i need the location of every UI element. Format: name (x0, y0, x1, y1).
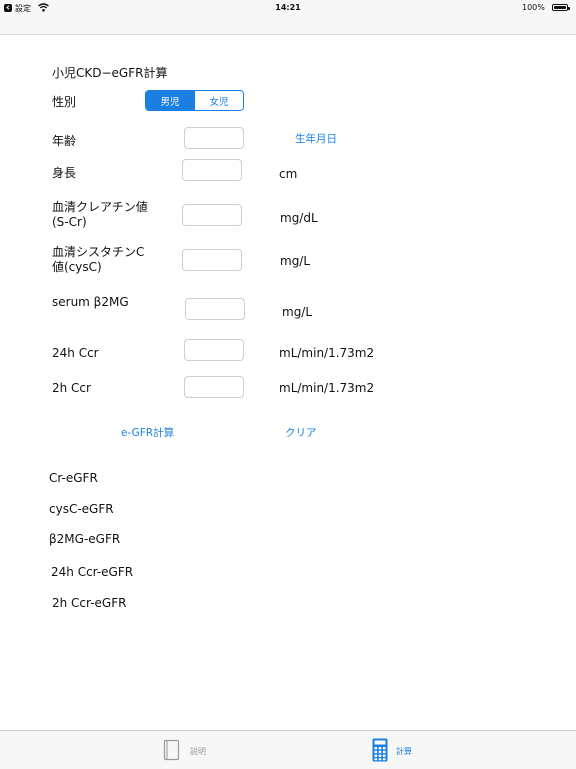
sex-segmented-control[interactable]: 男児 女児 (145, 90, 244, 111)
tab-explanation[interactable]: 説明 (150, 731, 270, 769)
result-b2mg-egfr: β2MG-eGFR (49, 532, 121, 546)
cysc-label-line2: 値(cysC) (52, 260, 102, 274)
calculate-egfr-button[interactable]: e-GFR計算 (121, 425, 174, 440)
b2mg-unit: mg/L (282, 305, 313, 319)
height-label: 身長 (52, 166, 77, 180)
page-title: 小児CKD−eGFR計算 (52, 66, 168, 80)
status-bar: 設定 14:21 100% (0, 0, 576, 16)
result-ccr24-egfr: 24h Ccr-eGFR (51, 565, 134, 579)
scr-input[interactable] (182, 204, 242, 226)
sex-option-boy[interactable]: 男児 (146, 91, 194, 110)
result-cr-egfr: Cr-eGFR (49, 471, 98, 485)
age-label: 年齢 (52, 134, 77, 148)
clear-button[interactable]: クリア (285, 425, 317, 440)
ccr24-unit: mL/min/1.73m2 (279, 346, 375, 360)
cysc-unit: mg/L (280, 254, 311, 268)
tab-calculate-label: 計算 (396, 747, 412, 756)
book-icon (163, 739, 180, 761)
b2mg-label: serum β2MG (52, 295, 129, 309)
scr-label-line2: (S-Cr) (52, 215, 87, 229)
tab-calculate[interactable]: 計算 (360, 731, 480, 769)
ccr2-input[interactable] (184, 376, 244, 398)
sex-option-girl[interactable]: 女児 (194, 91, 243, 110)
tab-bar: 説明 計算 (0, 730, 576, 769)
tab-explanation-label: 説明 (190, 747, 206, 756)
birthdate-button[interactable]: 生年月日 (295, 131, 337, 146)
cysc-label-line1: 血清シスタチンC (52, 245, 145, 259)
ccr2-label: 2h Ccr (52, 381, 91, 395)
cysc-input[interactable] (182, 249, 242, 271)
result-cysc-egfr: cysC-eGFR (49, 502, 114, 516)
ccr24-input[interactable] (184, 339, 244, 361)
age-input[interactable] (184, 127, 244, 149)
battery-percent: 100% (522, 3, 545, 12)
ccr24-label: 24h Ccr (52, 346, 99, 360)
sex-label: 性別 (52, 95, 77, 109)
height-unit: cm (279, 167, 298, 181)
b2mg-input[interactable] (185, 298, 245, 320)
calculator-icon (372, 738, 388, 762)
status-time: 14:21 (275, 3, 301, 12)
battery-icon (552, 4, 570, 11)
navigation-bar (0, 16, 576, 35)
scr-unit: mg/dL (280, 211, 318, 225)
height-input[interactable] (182, 159, 242, 181)
ccr2-unit: mL/min/1.73m2 (279, 381, 375, 395)
result-ccr2-egfr: 2h Ccr-eGFR (52, 596, 127, 610)
scr-label-line1: 血清クレアチン値 (52, 200, 148, 214)
